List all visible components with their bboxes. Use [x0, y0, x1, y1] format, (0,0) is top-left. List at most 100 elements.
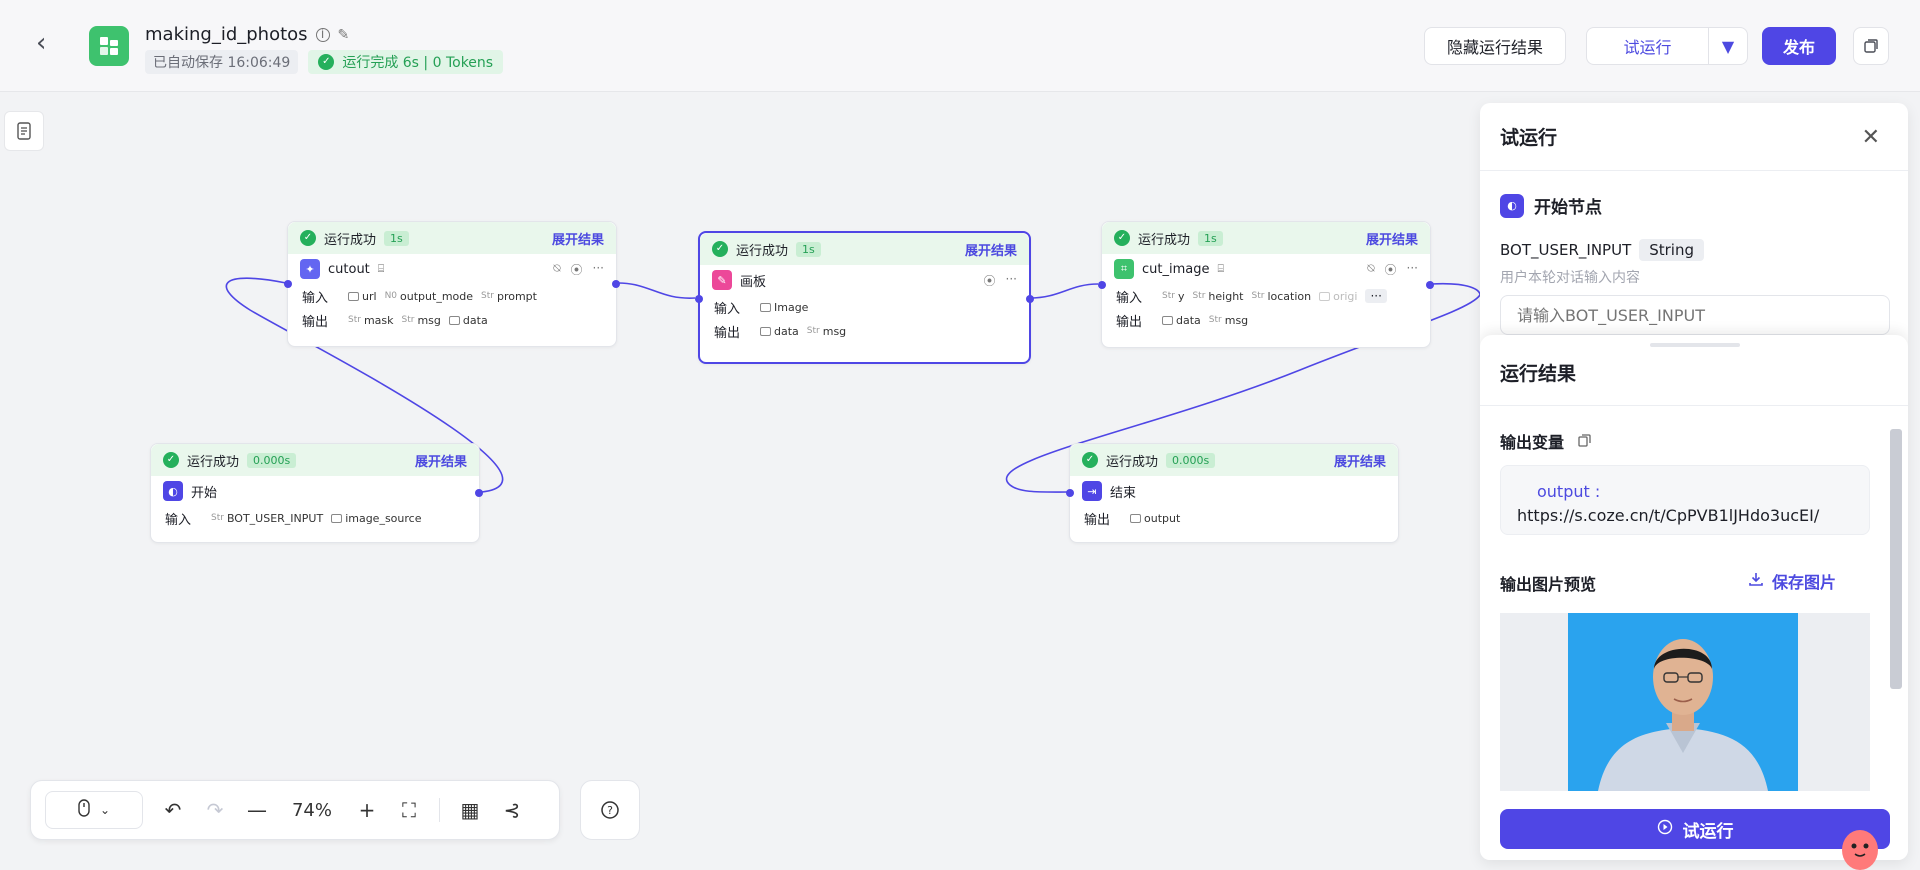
download-icon	[1748, 571, 1764, 591]
status-text: 运行成功	[736, 243, 789, 259]
undo-icon[interactable]: ↶	[161, 798, 185, 822]
zoom-level[interactable]: 74%	[287, 800, 337, 821]
input-port[interactable]	[1066, 489, 1074, 497]
variable-name-row: BOT_USER_INPUT String	[1500, 239, 1704, 261]
node-output-row: 输出 output	[1070, 506, 1398, 530]
window-copy-icon[interactable]	[1853, 27, 1889, 65]
image-type-icon	[1319, 291, 1331, 301]
variable-name: BOT_USER_INPUT	[1500, 241, 1632, 259]
results-title: 运行结果	[1500, 363, 1577, 385]
run-node-icon[interactable]: ⦿	[984, 272, 996, 289]
run-node-icon[interactable]: ⦿	[1385, 261, 1397, 278]
try-run-button[interactable]: 试运行	[1586, 27, 1708, 65]
check-circle-icon: ✓	[163, 452, 179, 468]
chevron-down-icon: ⌄	[99, 803, 111, 817]
bot-user-input-field[interactable]	[1500, 295, 1890, 335]
node-status-bar: ✓ 运行成功 0.000s 展开结果	[1070, 444, 1398, 476]
more-icon[interactable]: ···	[1006, 272, 1017, 289]
back-arrow-icon[interactable]: ‹	[36, 30, 60, 56]
close-icon[interactable]: ✕	[1862, 125, 1880, 150]
publish-button[interactable]: 发布	[1762, 27, 1836, 65]
try-run-dropdown-button[interactable]: ▼	[1708, 27, 1748, 65]
start-node-label: 开始节点	[1534, 198, 1602, 218]
expand-results-link[interactable]: 展开结果	[1366, 229, 1418, 248]
fit-view-icon[interactable]: ⛶	[397, 798, 421, 822]
database-icon: ⌸	[1217, 262, 1225, 275]
run-status-text: 运行完成 6s | 0 Tokens	[342, 55, 494, 71]
zoom-out-icon[interactable]: —	[245, 798, 269, 822]
output-value-box[interactable]: output : https://s.coze.cn/t/CpPVB1lJHdo…	[1500, 465, 1870, 535]
assistant-mascot-icon[interactable]	[1838, 820, 1882, 870]
bell-off-icon[interactable]: ⍉	[553, 261, 560, 278]
node-cut-image[interactable]: ✓ 运行成功 1s 展开结果 ⌗ cut_image ⌸ ⍉ ⦿ ··· 输入 …	[1098, 221, 1434, 348]
node-output-row: 输出 Str mask Str msg data	[288, 308, 616, 332]
info-icon[interactable]: i	[315, 27, 330, 42]
more-icon[interactable]: ···	[593, 261, 604, 278]
input-port[interactable]	[695, 295, 703, 303]
workflow-title: making_id_photos i ✎	[145, 24, 349, 45]
top-header: ‹ making_id_photos i ✎ 已自动保存 16:06:49 ✓ …	[0, 0, 1920, 92]
node-title: 画板	[740, 274, 767, 290]
expand-results-link[interactable]: 展开结果	[1334, 451, 1386, 470]
param-tag: image_source	[331, 512, 421, 525]
node-cutout[interactable]: ✓ 运行成功 1s 展开结果 ✦ cutout ⌸ ⍉ ⦿ ··· 输入 url…	[284, 221, 620, 347]
more-icon[interactable]: ···	[1407, 261, 1418, 278]
output-port[interactable]	[1426, 281, 1434, 289]
duration-badge: 1s	[1198, 230, 1223, 246]
node-status-bar: ✓ 运行成功 1s 展开结果	[700, 233, 1029, 265]
node-status-bar: ✓ 运行成功 0.000s 展开结果	[151, 444, 479, 476]
node-start[interactable]: ✓ 运行成功 0.000s 展开结果 ◐ 开始 输入 Str BOT_USER_I…	[150, 443, 483, 543]
end-node-icon: ⇥	[1082, 481, 1102, 501]
save-image-button[interactable]: 保存图片	[1748, 569, 1836, 593]
node-canvas-board[interactable]: ✓ 运行成功 1s 展开结果 ✎ 画板 ⦿ ··· 输入 Image 输出 da…	[695, 231, 1034, 364]
output-port[interactable]	[612, 280, 620, 288]
workflow-logo-icon	[89, 26, 129, 66]
node-end[interactable]: ✓ 运行成功 0.000s 展开结果 ⇥ 结束 输出 output	[1066, 443, 1399, 543]
autosave-status: 已自动保存 16:06:49	[145, 50, 299, 74]
node-output-row: 输出 data Str msg	[700, 319, 1029, 343]
check-circle-icon: ✓	[1082, 452, 1098, 468]
image-type-icon	[760, 326, 771, 336]
scroll-thumb[interactable]	[1890, 429, 1902, 689]
expand-results-link[interactable]: 展开结果	[415, 451, 467, 470]
expand-results-link[interactable]: 展开结果	[552, 229, 604, 248]
image-type-icon	[760, 302, 771, 312]
status-text: 运行成功	[1138, 232, 1191, 248]
panel-title: 试运行	[1500, 127, 1558, 149]
copy-icon[interactable]	[1578, 432, 1592, 451]
redo-icon[interactable]: ↷	[203, 798, 227, 822]
start-node-icon: ◐	[163, 481, 183, 501]
hide-results-button[interactable]: 隐藏运行结果	[1424, 27, 1566, 65]
output-value: https://s.coze.cn/t/CpPVB1lJHdo3ucEI/	[1517, 506, 1820, 525]
edge-style-icon[interactable]: ⊰	[500, 798, 524, 822]
interaction-mode-select[interactable]: ⌄	[45, 791, 143, 829]
output-key: output :	[1537, 482, 1601, 501]
output-label: 输出	[302, 314, 329, 330]
run-node-icon[interactable]: ⦿	[571, 261, 583, 278]
node-header: ✦ cutout ⌸ ⍉ ⦿ ···	[288, 254, 616, 284]
help-icon[interactable]: ?	[580, 780, 640, 840]
auto-layout-icon[interactable]: ▦	[458, 798, 482, 822]
image-preview-title: 输出图片预览	[1500, 575, 1597, 594]
bell-off-icon[interactable]: ⍉	[1367, 261, 1374, 278]
image-preview	[1500, 613, 1870, 791]
check-circle-icon: ✓	[1114, 230, 1130, 246]
drag-handle[interactable]	[1650, 343, 1740, 347]
results-scrollbar[interactable]	[1888, 419, 1902, 799]
duration-badge: 0.000s	[1166, 452, 1216, 468]
input-port[interactable]	[284, 280, 292, 288]
document-icon[interactable]	[4, 111, 44, 151]
output-port[interactable]	[475, 489, 483, 497]
param-tag: Image	[760, 301, 808, 314]
more-params-icon[interactable]: ···	[1365, 289, 1387, 303]
zoom-in-icon[interactable]: +	[355, 798, 379, 822]
edit-icon[interactable]: ✎	[338, 27, 350, 43]
save-image-label: 保存图片	[1772, 573, 1837, 592]
run-test-button[interactable]: 试运行	[1500, 809, 1890, 849]
input-port[interactable]	[1098, 281, 1106, 289]
output-port[interactable]	[1026, 295, 1034, 303]
expand-results-link[interactable]: 展开结果	[965, 240, 1017, 259]
param-tag: Str mask	[348, 313, 394, 327]
node-actions: ⍉ ⦿ ···	[1367, 261, 1418, 278]
param-tag: origi	[1319, 290, 1357, 303]
